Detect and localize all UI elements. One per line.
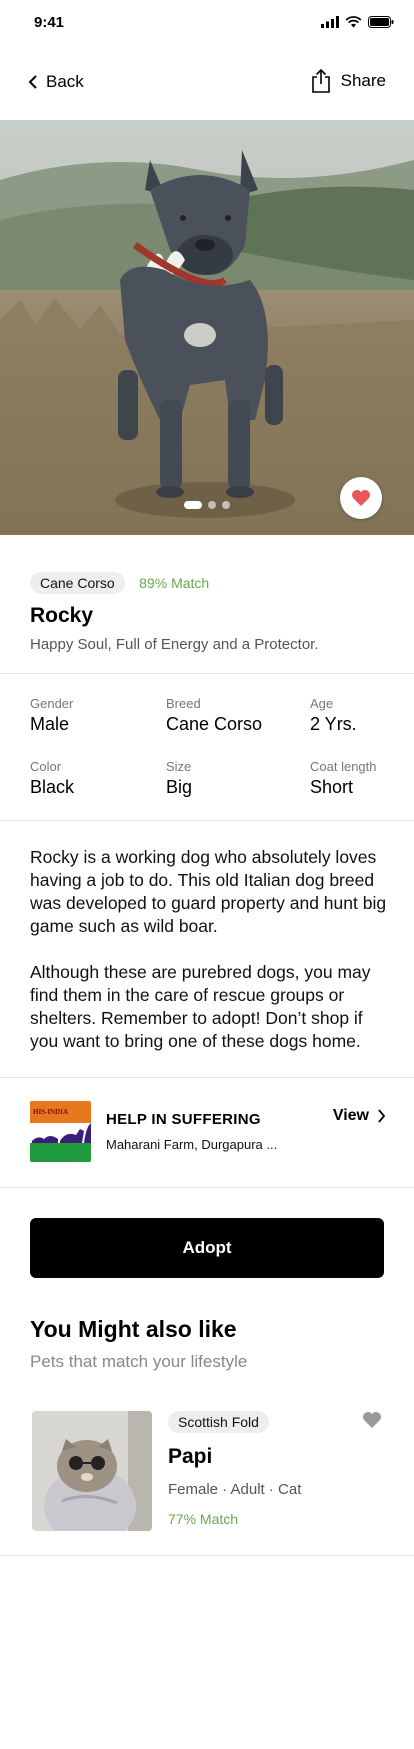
- dog-photo: [0, 120, 414, 535]
- shelter-card[interactable]: HIS-INDIA HELP IN SUFFERING Maharani Far…: [30, 1101, 386, 1163]
- pet-description: Rocky is a working dog who absolutely lo…: [30, 846, 390, 1053]
- attribute-value: 2 Yrs.: [310, 714, 357, 734]
- attribute-label: Coat length: [310, 759, 377, 774]
- shelter-logo-text: HIS-INDIA: [33, 1108, 68, 1116]
- pet-name: Papi: [168, 1445, 213, 1468]
- back-button[interactable]: Back: [28, 72, 84, 92]
- signal-icon: [321, 16, 339, 28]
- shelter-name: HELP IN SUFFERING: [106, 1111, 261, 1128]
- description-paragraph: Although these are purebred dogs, you ma…: [30, 962, 371, 1051]
- attribute-value: Male: [30, 714, 70, 734]
- divider: [0, 1077, 414, 1078]
- shelter-address: Maharani Farm, Durgapura ...: [106, 1137, 278, 1152]
- recommendations-subtitle: Pets that match your lifestyle: [30, 1352, 248, 1371]
- shelter-logo: HIS-INDIA: [30, 1101, 91, 1162]
- pet-photo: [32, 1411, 152, 1531]
- attribute-age: Age 2 Yrs.: [310, 696, 357, 735]
- breed-chip: Scottish Fold: [168, 1411, 269, 1433]
- share-label: Share: [340, 71, 386, 90]
- pet-name: Rocky: [30, 604, 94, 627]
- status-bar: 9:41: [0, 0, 414, 48]
- carousel-dot-active[interactable]: [184, 501, 202, 509]
- pet-summary: Cane Corso 89% Match Rocky Happy Soul, F…: [30, 572, 390, 653]
- attribute-gender: Gender Male: [30, 696, 73, 735]
- divider: [0, 820, 414, 821]
- view-shelter-button[interactable]: View: [333, 1107, 386, 1125]
- attribute-label: Age: [310, 696, 334, 711]
- carousel-dot[interactable]: [208, 501, 216, 509]
- attribute-breed: Breed Cane Corso: [166, 696, 262, 735]
- view-label: View: [332, 1107, 369, 1124]
- attribute-value: Short: [310, 777, 354, 797]
- attribute-label: Color: [30, 759, 62, 774]
- match-percentage: 89% Match: [139, 575, 210, 591]
- match-percentage: 77% Match: [168, 1511, 239, 1527]
- chevron-right-icon: [378, 1109, 386, 1123]
- wifi-icon: [345, 16, 362, 28]
- heart-icon: [352, 490, 370, 506]
- heart-icon: [363, 1412, 381, 1428]
- top-navigation: Back Share: [0, 62, 414, 106]
- attribute-label: Breed: [166, 696, 201, 711]
- divider: [0, 1187, 414, 1188]
- attribute-value: Cane Corso: [166, 714, 263, 734]
- attribute-label: Gender: [30, 696, 74, 711]
- share-icon: [311, 68, 330, 93]
- pet-photo-carousel[interactable]: [0, 120, 414, 535]
- description-paragraph: Rocky is a working dog who absolutely lo…: [30, 847, 387, 936]
- pet-meta: Female · Adult · Cat: [168, 1481, 302, 1498]
- attribute-size: Size Big: [166, 759, 192, 798]
- recommended-pet-card[interactable]: Scottish Fold Papi Female · Adult · Cat …: [30, 1411, 386, 1533]
- chevron-left-icon: [28, 75, 37, 89]
- battery-icon: [368, 16, 394, 28]
- back-label: Back: [46, 72, 84, 91]
- divider: [0, 673, 414, 674]
- attribute-coat-length: Coat length Short: [310, 759, 377, 798]
- breed-chip: Cane Corso: [30, 572, 125, 594]
- adopt-button[interactable]: Adopt: [30, 1218, 384, 1278]
- status-time: 9:41: [34, 14, 65, 31]
- share-button[interactable]: Share: [311, 68, 386, 94]
- favorite-button[interactable]: [362, 1411, 382, 1434]
- attribute-label: Size: [166, 759, 192, 774]
- status-icons: [321, 16, 394, 28]
- carousel-indicator: [184, 501, 230, 509]
- attribute-color: Color Black: [30, 759, 74, 798]
- carousel-dot[interactable]: [222, 501, 230, 509]
- attribute-value: Big: [166, 777, 193, 797]
- favorite-button[interactable]: [340, 477, 382, 519]
- pet-tagline: Happy Soul, Full of Energy and a Protect…: [30, 636, 319, 653]
- recommendations-title: You Might also like: [30, 1316, 237, 1342]
- attribute-value: Black: [30, 777, 75, 797]
- divider: [0, 1555, 414, 1556]
